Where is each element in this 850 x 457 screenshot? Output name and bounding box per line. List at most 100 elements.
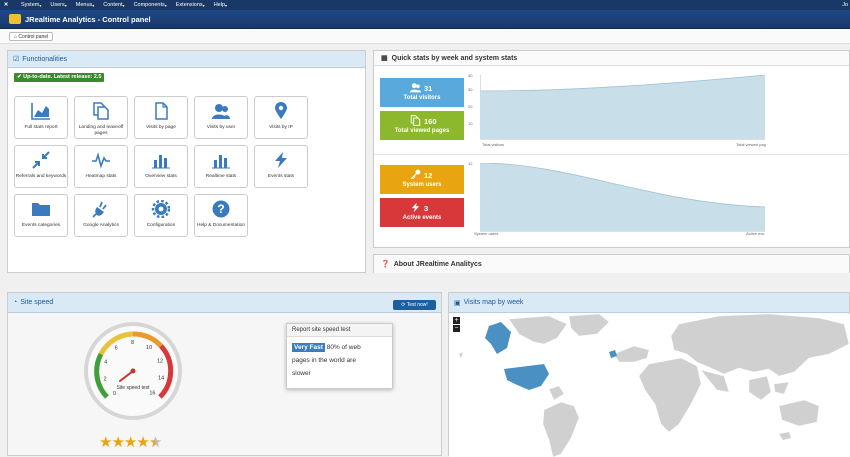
world-map-svg [459,314,850,457]
y-tick-label: 40 [468,73,473,78]
page-title: JRealtime Analytics - Control panel [25,14,151,24]
total-visitors-box[interactable]: 31 Total visitors [380,78,464,107]
quickstats-header: ▦ Quick stats by week and system stats [374,51,849,66]
functionalities-header: ☑ Functionalities [8,51,365,68]
tile-label: Overview stats [145,174,177,179]
test-now-label: Test now! [406,302,428,308]
test-now-button[interactable]: ⟳ Test now! [393,300,436,310]
user-menu[interactable]: Jo [842,2,848,8]
chart-icon: ▦ [381,55,388,62]
key-icon [410,169,421,180]
y-tick-label: 10 [468,121,473,126]
menu-components[interactable]: Components [134,2,165,8]
menu-extensions[interactable]: Extensions [176,2,203,8]
divider [374,154,850,155]
tile-label: Visits by page [146,125,176,130]
chevron-down-icon: ▾ [64,2,67,8]
about-header[interactable]: ❓ About JRealtime Analitycs [374,255,849,273]
map-marker-icon [275,102,287,119]
menu-content[interactable]: Content [103,2,122,8]
chevron-down-icon: ▾ [92,2,95,8]
tile-label: Referrals and keywords [15,174,67,179]
zoom-in-button[interactable]: + [453,317,460,324]
rating-stars: ★★★★★ [99,434,162,452]
chevron-down-icon: ▾ [202,2,205,8]
chevron-down-icon: ▾ [122,2,125,8]
tile-referrals-keywords[interactable]: Referrals and keywords [14,145,68,188]
tile-label: Realtime stats [205,174,237,179]
toolbar: ⌂ Control panel [0,29,850,44]
system-users-label: System users [402,182,442,188]
gauge-icon: ◔ [13,299,18,306]
menu-help[interactable]: Help [214,2,225,8]
tile-visits-by-user[interactable]: Visits by user [194,96,248,139]
gauge-label: Site speed test [116,385,150,391]
menu-system[interactable]: System [21,2,39,8]
tile-help-documentation[interactable]: ? Help & Documentation [194,194,248,237]
active-events-box[interactable]: 3 Active events [380,198,464,227]
tile-label: Events categories [21,223,61,228]
active-events-value: 3 [424,204,429,213]
total-visitors-value: 31 [424,84,433,93]
tile-realtime-stats[interactable]: Realtime stats [194,145,248,188]
tile-visits-by-ip[interactable]: Visits by IP [254,96,308,139]
tile-label: Google Analytics [83,223,119,228]
map-panel: ▣ Visits map by week + − [448,292,850,457]
x-tick-label: Total visitors [482,142,505,147]
star-icon: ★ [136,434,149,451]
tile-full-stats-report[interactable]: Full stats report [14,96,68,139]
control-panel-button[interactable]: ⌂ Control panel [9,32,54,41]
popover-text-2: pages in the world are [292,357,356,364]
star-icon: ★ [111,434,124,451]
quickstats-title: Quick stats by week and system stats [391,54,518,62]
joomla-logo-icon[interactable]: ✕ [0,2,12,8]
zoom-out-button[interactable]: − [453,325,460,332]
tile-label: Landing and leaveoff pages [78,125,124,136]
tile-heatmap-stats[interactable]: Heatmap stats [74,145,128,188]
tile-landing-pages[interactable]: Landing and leaveoff pages [74,96,128,139]
chevron-down-icon: ▾ [225,2,228,8]
popover-title: Report site speed test [287,324,392,337]
tile-label: Heatmap stats [85,174,117,179]
control-panel-label: Control panel [18,34,49,40]
compress-arrows-icon [32,151,50,169]
total-viewed-pages-value: 160 [424,117,437,126]
tile-events-stats[interactable]: Events stats [254,145,308,188]
pulse-icon [92,152,110,169]
x-tick-label: Active eve [746,231,765,236]
gauge-number: 14 [158,376,164,382]
rating-badge: Very Fast [292,343,325,352]
question-icon: ❓ [381,261,390,268]
tile-google-analytics[interactable]: Google Analytics [74,194,128,237]
star-icon: ★ [123,434,137,451]
users-icon [212,104,230,119]
gauge-number: 6 [115,346,118,352]
gauge-number: 2 [103,377,106,383]
system-users-box[interactable]: 12 System users [380,165,464,194]
tile-overview-stats[interactable]: Overview stats [134,145,188,188]
total-viewed-pages-box[interactable]: 160 Total viewed pages [380,111,464,140]
x-tick-label: Total viewed pag [736,142,766,147]
about-panel[interactable]: ❓ About JRealtime Analitycs [373,254,850,273]
page-header: JRealtime Analytics - Control panel [0,10,850,29]
tile-visits-by-page[interactable]: Visits by page [134,96,188,139]
menu-menus[interactable]: Menus [76,2,93,8]
visitors-pages-chart: 40 30 20 10 Total visitors Total viewed … [468,73,843,147]
y-tick-label: 12 [468,161,473,166]
tile-events-categories[interactable]: Events categories [14,194,68,237]
tile-configuration[interactable]: Configuration [134,194,188,237]
speed-gauge: 0 2 4 6 8 10 12 14 16 [84,322,182,420]
quickstats-panel: ▦ Quick stats by week and system stats 3… [373,50,850,248]
image-icon: ▣ [454,299,461,307]
menu-users[interactable]: Users [50,2,64,8]
tile-label: Visits by IP [269,125,293,130]
about-title: About JRealtime Analitycs [393,260,482,268]
status-badge-text: Up-to-date. Latest release: 2.5 [23,74,102,80]
folder-icon [32,203,50,216]
world-map[interactable]: + − [449,314,850,457]
system-users-value: 12 [424,171,433,180]
functionalities-title: Functionalities [22,55,68,63]
status-badge: ✔ Up-to-date. Latest release: 2.5 [14,73,105,82]
pages-icon [410,115,421,126]
gauge-number: 8 [131,340,134,346]
